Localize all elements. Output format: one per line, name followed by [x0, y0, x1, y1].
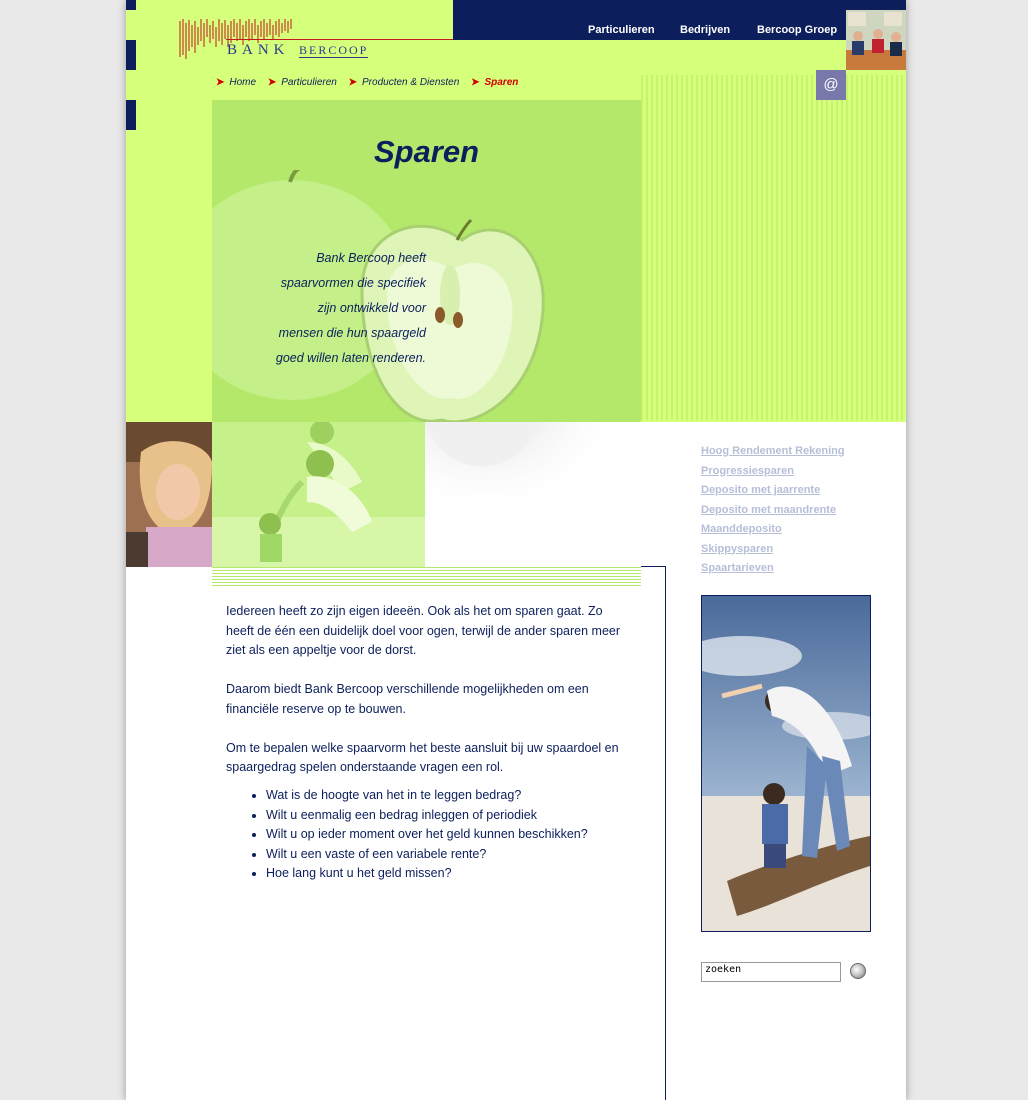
apple-shadow [425, 422, 605, 537]
content-paragraph: Om te bepalen welke spaarvorm het beste … [226, 740, 619, 775]
girl-photo [126, 422, 212, 567]
content-border [665, 566, 666, 1100]
nav-particulieren[interactable]: Particulieren [588, 24, 655, 36]
breadcrumb-arrow-icon: ➤ [267, 77, 277, 88]
question-item: Wat is de hoogte van het in te leggen be… [266, 786, 626, 806]
content-paragraph: Iedereen heeft zo zijn eigen ideeën. Ook… [226, 604, 621, 657]
page: BANK BERCOOP Particulieren Bedrijven Ber… [126, 0, 906, 1100]
logo-bercoop-text[interactable]: BERCOOP [299, 44, 369, 58]
breadcrumb-arrow-icon: ➤ [471, 77, 480, 88]
hero-intro-line: mensen die hun spaargeld [278, 326, 426, 340]
left-bar-block [126, 40, 136, 70]
link-deposito-maandrente[interactable]: Deposito met maandrente [701, 501, 901, 521]
search-input[interactable]: zoeken [701, 962, 841, 982]
link-deposito-jaarrente[interactable]: Deposito met jaarrente [701, 481, 901, 501]
search-icon[interactable] [850, 963, 866, 979]
product-links: Hoog Rendement Rekening Progressiesparen… [701, 442, 901, 579]
left-bar-block [126, 0, 136, 10]
link-skippysparen[interactable]: Skippysparen [701, 540, 901, 560]
nav-bercoop-groep[interactable]: Bercoop Groep [757, 24, 837, 36]
page-title: Sparen [373, 134, 480, 169]
hero-intro-line: goed willen laten renderen. [275, 351, 426, 365]
family-photo [212, 422, 425, 567]
breadcrumb-arrow-icon: ➤ [348, 77, 358, 88]
hero-intro-line: spaarvormen die specifiek [280, 276, 426, 290]
decorative-stripes [641, 75, 906, 420]
link-spaartarieven[interactable]: Spaartarieven [701, 559, 901, 579]
breadcrumb-home[interactable]: Home [229, 77, 256, 88]
main-content: Iedereen heeft zo zijn eigen ideeën. Ook… [226, 602, 626, 884]
logo-bank-text: BANK [227, 42, 290, 58]
hero-intro-line: zijn ontwikkeld voor [317, 301, 426, 315]
link-hoog-rendement-rekening[interactable]: Hoog Rendement Rekening [701, 442, 901, 462]
hero-intro: Bank Bercoop heeft spaarvormen die speci… [236, 246, 426, 371]
link-maanddeposito[interactable]: Maanddeposito [701, 520, 901, 540]
breadcrumb-current: Sparen [484, 77, 519, 88]
hero-intro-line: Bank Bercoop heeft [316, 251, 426, 265]
link-progressiesparen[interactable]: Progressiesparen [701, 462, 901, 482]
question-item: Wilt u op ieder moment over het geld kun… [266, 825, 626, 845]
breadcrumb-particulieren[interactable]: Particulieren [281, 77, 337, 88]
question-item: Wilt u eenmalig een bedrag inleggen of p… [266, 806, 626, 826]
left-bar-block [126, 100, 136, 130]
divider-stripes [212, 567, 641, 587]
question-item: Wilt u een vaste of een variabele rente? [266, 845, 626, 865]
questions-list: Wat is de hoogte van het in te leggen be… [226, 786, 626, 884]
breadcrumb-producten[interactable]: Producten & Diensten [362, 77, 459, 88]
beach-photo [701, 595, 871, 932]
logo-underline [226, 39, 453, 40]
nav-bedrijven[interactable]: Bedrijven [680, 24, 730, 36]
email-button[interactable]: @ [816, 70, 846, 100]
content-border [641, 566, 665, 567]
meeting-photo [846, 10, 906, 70]
breadcrumb: ➤ Home ➤ Particulieren ➤ Producten & Dienst… [216, 77, 527, 91]
content-paragraph: Daarom biedt Bank Bercoop verschillende … [226, 682, 589, 716]
question-item: Hoe lang kunt u het geld missen? [266, 864, 626, 884]
hero-panel: Sparen Bank Bercoop heeft spaarvormen di… [212, 100, 641, 422]
breadcrumb-arrow-icon: ➤ [216, 77, 225, 88]
